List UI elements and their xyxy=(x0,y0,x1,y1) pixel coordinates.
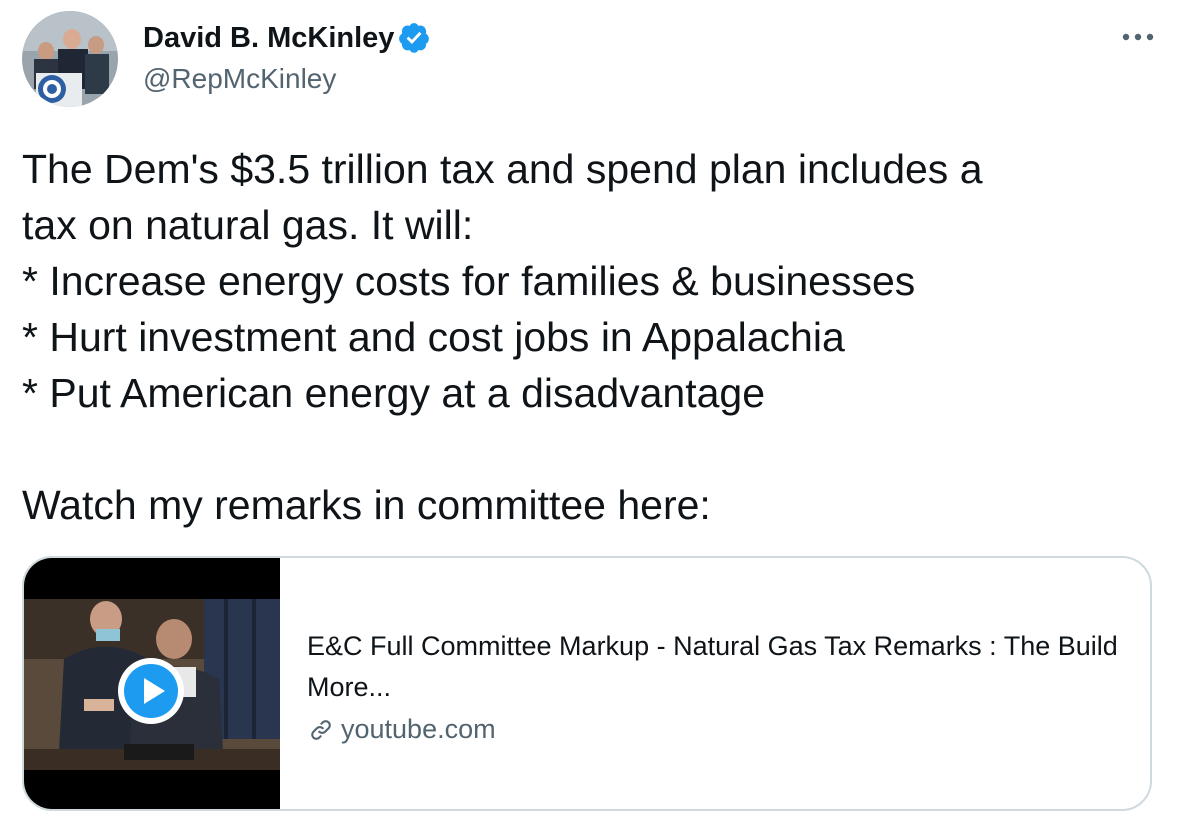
author-name-row[interactable]: David B. McKinley xyxy=(143,20,431,56)
avatar[interactable] xyxy=(22,11,118,107)
more-options-icon xyxy=(1122,33,1154,41)
more-options-button[interactable] xyxy=(1118,22,1158,52)
card-title[interactable]: E&C Full Committee Markup - Natural Gas … xyxy=(307,626,1137,708)
tweet-text: The Dem's $3.5 trillion tax and spend pl… xyxy=(22,146,983,528)
author-handle[interactable]: @RepMcKinley xyxy=(143,62,336,96)
link-icon xyxy=(311,719,331,740)
avatar-photo xyxy=(22,11,118,107)
video-thumbnail[interactable] xyxy=(24,558,280,809)
verified-badge-icon xyxy=(399,23,430,53)
card-body[interactable]: E&C Full Committee Markup - Natural Gas … xyxy=(280,558,1150,809)
author-display-name[interactable]: David B. McKinley xyxy=(143,20,394,56)
link-preview-card[interactable]: E&C Full Committee Markup - Natural Gas … xyxy=(22,556,1152,811)
card-domain-row[interactable]: youtube.com xyxy=(307,709,1150,750)
card-domain[interactable]: youtube.com xyxy=(341,709,496,750)
play-icon[interactable] xyxy=(116,656,186,726)
